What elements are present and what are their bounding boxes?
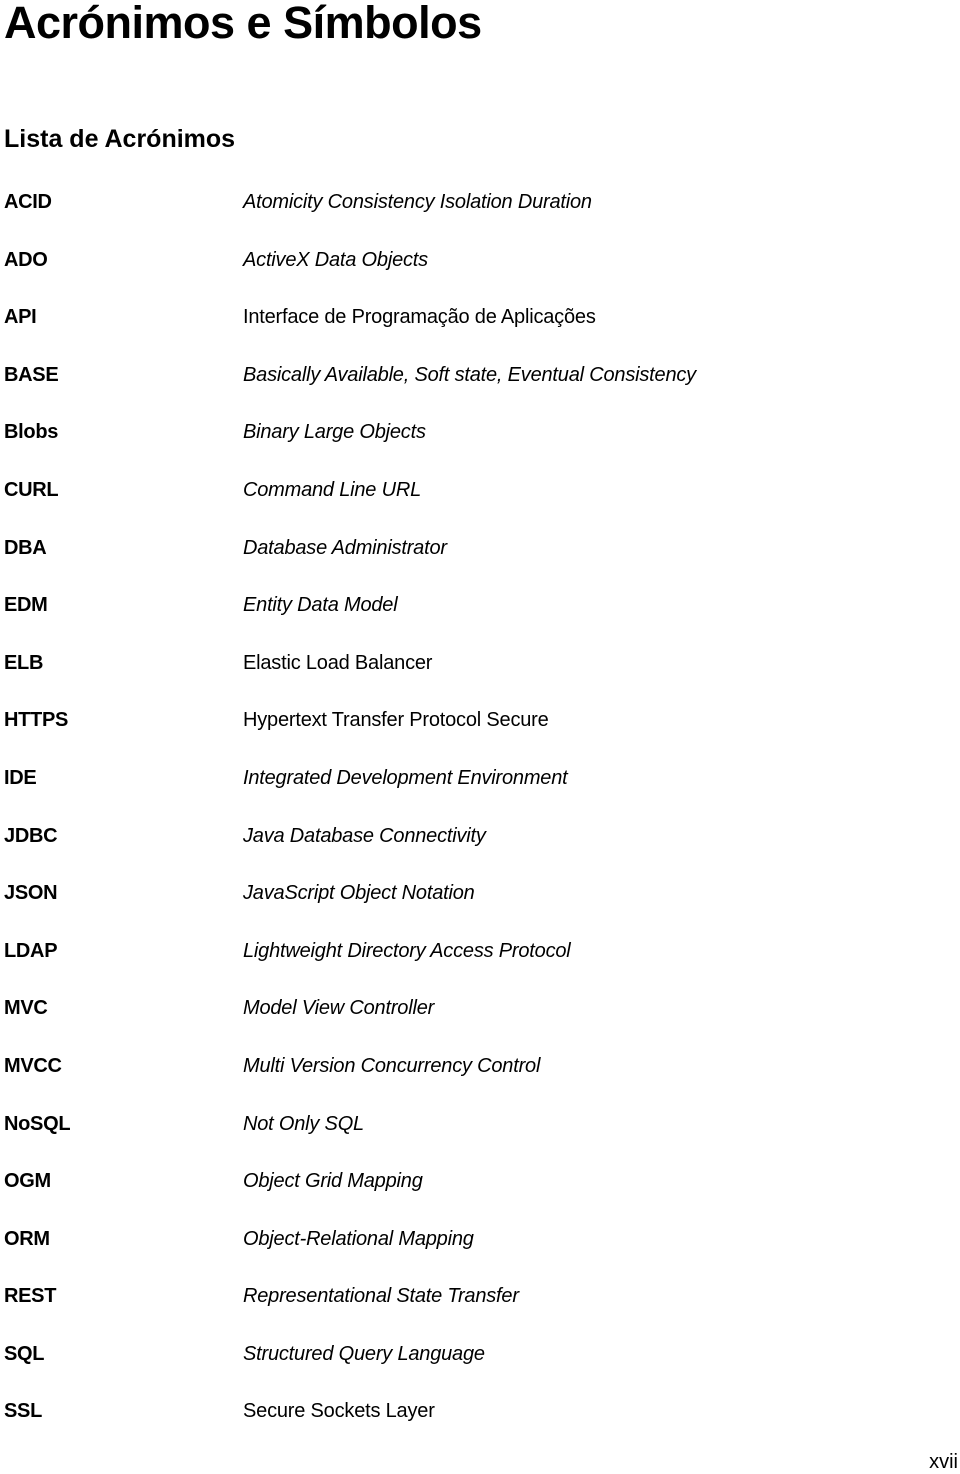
acronym-term: SQL [4, 1342, 45, 1365]
page-number: xvii [929, 1451, 958, 1473]
acronym-definition: Object Grid Mapping [243, 1170, 423, 1193]
acronym-term: REST [4, 1285, 57, 1308]
page-title: Acrónimos e Símbolos [4, 0, 482, 48]
acronym-term: ACID [4, 191, 52, 213]
acronym-term: JDBC [4, 824, 58, 847]
acronym-row: MVC Model View Controller [0, 994, 960, 1052]
acronym-list: ACID Atomicity Consistency Isolation Dura… [0, 188, 960, 1455]
acronym-row: CURL Command Line URL [0, 476, 960, 534]
acronym-definition: JavaScript Object Notation [243, 882, 475, 905]
acronym-definition: Java Database Connectivity [243, 824, 486, 847]
acronym-definition: Atomicity Consistency Isolation Duration [243, 191, 592, 213]
acronym-definition: ActiveX Data Objects [243, 248, 428, 271]
acronym-row: ACID Atomicity Consistency Isolation Dura… [0, 188, 960, 246]
acronym-definition: Entity Data Model [243, 594, 398, 617]
acronym-definition: Hypertext Transfer Protocol Secure [243, 709, 549, 732]
acronym-definition: Interface de Programação de Aplicações [243, 306, 596, 329]
acronym-row: NoSQL Not Only SQL [0, 1110, 960, 1168]
acronym-row: SQL Structured Query Language [0, 1340, 960, 1398]
acronym-term: MVCC [4, 1054, 62, 1077]
acronym-term: Blobs [4, 421, 59, 444]
acronym-definition: Object-Relational Mapping [243, 1227, 474, 1250]
section-title: Lista de Acrónimos [4, 125, 236, 153]
acronym-term: CURL [4, 478, 59, 501]
acronym-definition: Not Only SQL [243, 1112, 364, 1135]
acronym-definition: Database Administrator [243, 536, 447, 559]
acronym-definition: Model View Controller [243, 997, 435, 1020]
acronym-term: MVC [4, 997, 48, 1020]
acronym-row: EDM Entity Data Model [0, 591, 960, 649]
acronym-definition: Lightweight Directory Access Protocol [243, 939, 571, 962]
acronym-term: NoSQL [4, 1112, 71, 1135]
acronym-row: ELB Elastic Load Balancer [0, 649, 960, 707]
acronym-term: ELB [4, 651, 44, 674]
acronym-definition: Representational State Transfer [243, 1285, 519, 1308]
acronym-term: EDM [4, 594, 48, 617]
acronym-row: Blobs Binary Large Objects [0, 418, 960, 476]
acronym-term: ADO [4, 248, 48, 271]
acronym-term: SSL [4, 1400, 42, 1423]
acronym-row: LDAP Lightweight Directory Access Protoco… [0, 937, 960, 995]
acronym-definition: Secure Sockets Layer [243, 1400, 435, 1423]
acronym-row: OGM Object Grid Mapping [0, 1167, 960, 1225]
acronym-row: HTTPS Hypertext Transfer Protocol Secure [0, 706, 960, 764]
acronym-term: ORM [4, 1227, 50, 1250]
acronym-term: BASE [4, 363, 59, 386]
acronym-row: IDE Integrated Development Environment [0, 764, 960, 822]
acronym-term: IDE [4, 766, 37, 789]
acronym-definition: Structured Query Language [243, 1342, 485, 1365]
acronym-definition: Binary Large Objects [243, 421, 426, 444]
acronym-term: DBA [4, 536, 47, 559]
acronym-definition: Command Line URL [243, 478, 421, 501]
acronym-term: OGM [4, 1170, 51, 1193]
acronym-definition: Multi Version Concurrency Control [243, 1054, 541, 1077]
acronym-term: LDAP [4, 939, 58, 962]
acronym-row: DBA Database Administrator [0, 534, 960, 592]
acronym-term: JSON [4, 882, 58, 905]
acronym-row: REST Representational State Transfer [0, 1282, 960, 1340]
acronym-term: API [4, 306, 37, 329]
acronym-term: HTTPS [4, 709, 69, 732]
acronym-row: ADO ActiveX Data Objects [0, 246, 960, 304]
acronym-row: JSON JavaScript Object Notation [0, 879, 960, 937]
acronym-row: MVCC Multi Version Concurrency Control [0, 1052, 960, 1110]
acronym-definition: Elastic Load Balancer [243, 651, 433, 674]
acronym-row: API Interface de Programação de Aplicaçõe… [0, 303, 960, 361]
acronym-row: JDBC Java Database Connectivity [0, 822, 960, 880]
acronym-row: SSL Secure Sockets Layer [0, 1397, 960, 1455]
acronym-definition: Integrated Development Environment [243, 766, 568, 789]
acronym-row: BASE Basically Available, Soft state, Eve… [0, 361, 960, 419]
acronym-definition: Basically Available, Soft state, Eventua… [243, 363, 696, 386]
acronym-row: ORM Object-Relational Mapping [0, 1225, 960, 1283]
